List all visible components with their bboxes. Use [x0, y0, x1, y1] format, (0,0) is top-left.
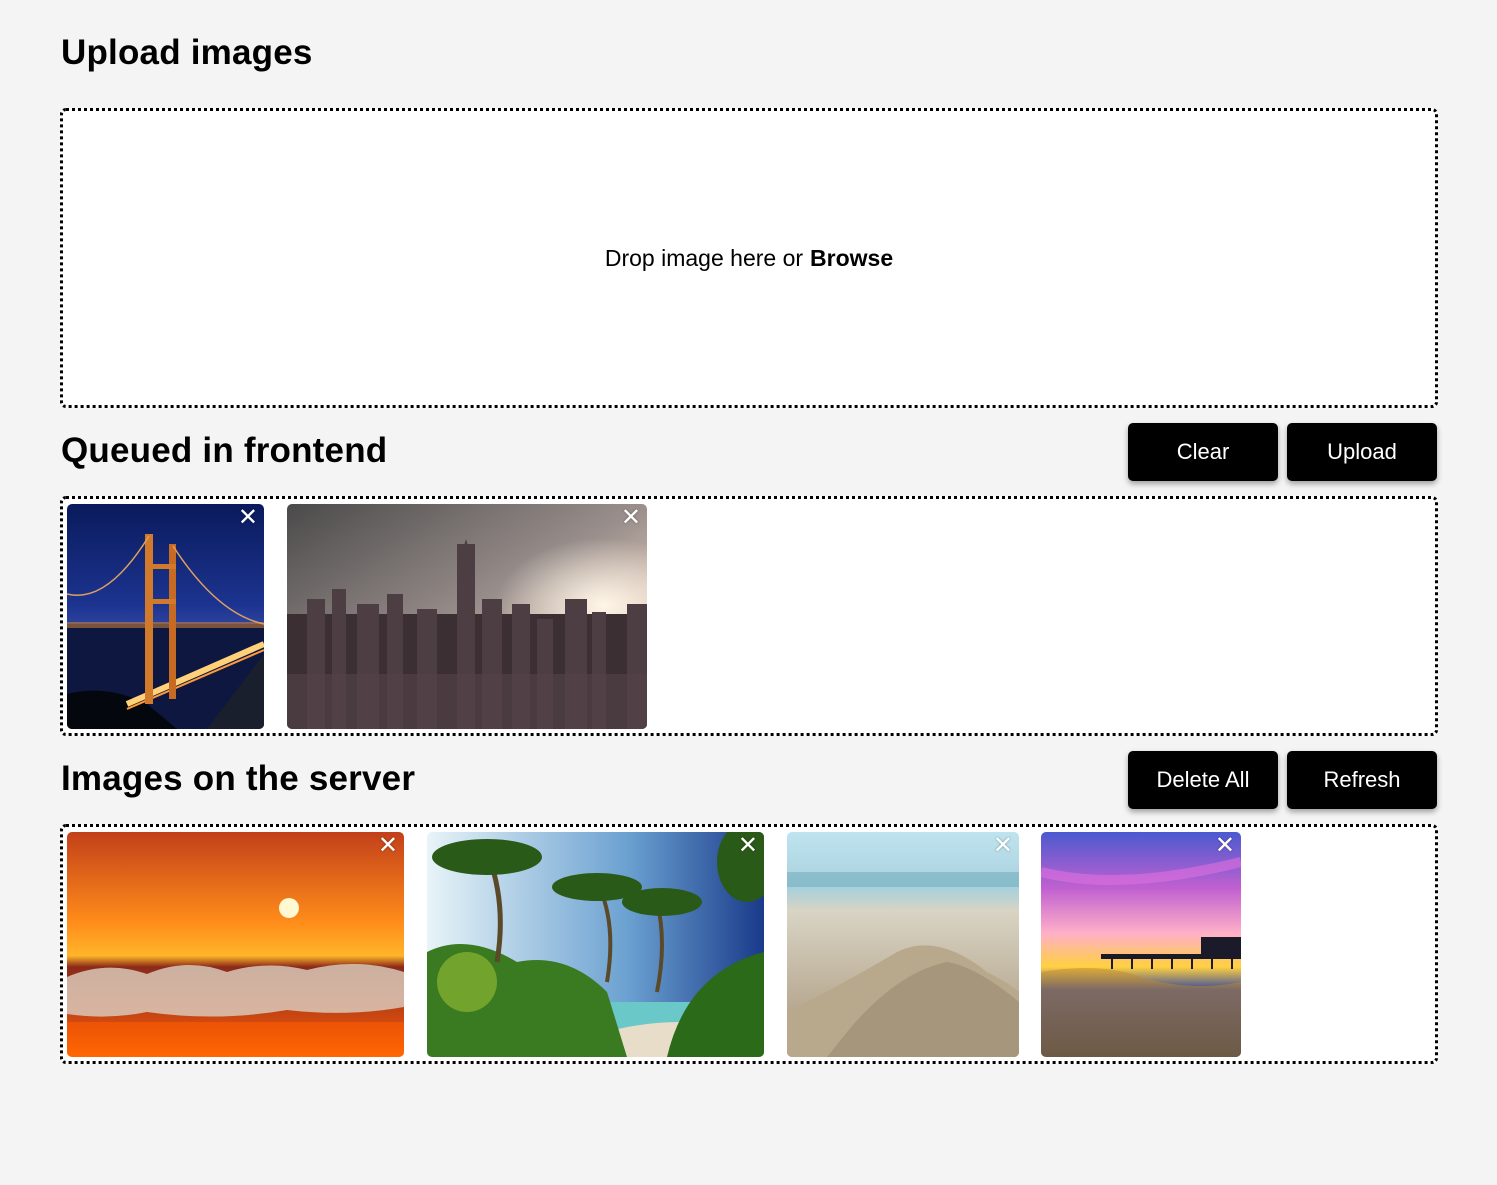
palm-image — [427, 832, 764, 1057]
clear-button[interactable]: Clear — [1128, 423, 1278, 481]
delete-all-button[interactable]: Delete All — [1128, 751, 1278, 809]
image-dropzone[interactable]: Drop image here or Browse — [60, 108, 1438, 408]
sand-image — [787, 832, 1019, 1057]
remove-queued-image-2-icon[interactable]: ✕ — [621, 506, 641, 530]
server-gallery: ✕ ✕ ✕ ✕ — [60, 824, 1438, 1064]
pier-image — [1041, 832, 1241, 1057]
remove-server-image-4-icon[interactable]: ✕ — [1215, 834, 1235, 858]
server-section-title: Images on the server — [61, 759, 416, 798]
refresh-button[interactable]: Refresh — [1287, 751, 1437, 809]
remove-server-image-1-icon[interactable]: ✕ — [378, 834, 398, 858]
server-image-sand: ✕ — [787, 832, 1019, 1057]
remove-server-image-2-icon[interactable]: ✕ — [738, 834, 758, 858]
city-image — [287, 504, 647, 729]
remove-server-image-3-icon[interactable]: ✕ — [993, 834, 1013, 858]
upload-section-title: Upload images — [61, 33, 313, 72]
sunset-image — [67, 832, 404, 1057]
bridge-image — [67, 504, 264, 729]
browse-link[interactable]: Browse — [810, 245, 893, 272]
queued-gallery: ✕ ✕ — [60, 496, 1438, 736]
server-image-ocean-sunset: ✕ — [67, 832, 404, 1057]
queued-image-new-york: ✕ — [287, 504, 647, 729]
queued-section-title: Queued in frontend — [61, 431, 388, 470]
remove-queued-image-1-icon[interactable]: ✕ — [238, 506, 258, 530]
server-image-pier: ✕ — [1041, 832, 1241, 1057]
queued-image-golden-gate: ✕ — [67, 504, 264, 729]
drop-text: Drop image here or — [604, 244, 804, 271]
upload-button[interactable]: Upload — [1287, 423, 1437, 481]
server-image-palm-beach: ✕ — [427, 832, 764, 1057]
